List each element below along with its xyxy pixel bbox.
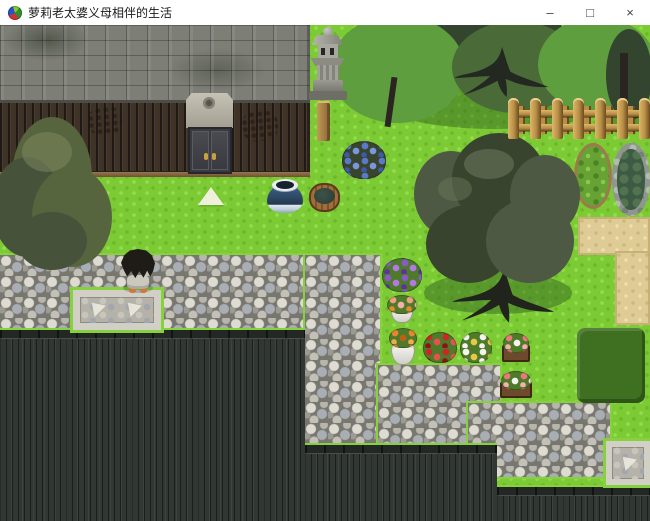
bush-highlight	[22, 132, 72, 172]
log-fence	[508, 98, 650, 139]
lantern-head	[318, 44, 338, 59]
stone-sign	[606, 441, 650, 485]
dirt-path	[578, 217, 650, 255]
tree-trunk	[620, 53, 628, 101]
fence-post	[617, 98, 628, 139]
tree-roots	[448, 47, 556, 97]
tree-highlight	[464, 149, 514, 179]
dark-tile-roof-left	[0, 330, 305, 521]
player-character	[119, 249, 157, 293]
door-emblem-icon	[203, 97, 215, 109]
door-leaf-right	[211, 131, 228, 170]
app-window: 萝莉老太婆义母相伴的生活 – □ ×	[0, 0, 650, 521]
wood-post	[317, 101, 330, 141]
window-controls: – □ ×	[530, 0, 650, 25]
blue-flower-bush	[342, 141, 386, 179]
house-roof	[0, 25, 310, 103]
door-knob	[212, 153, 216, 160]
app-icon	[8, 6, 22, 20]
sign-arrow-icon	[617, 451, 637, 471]
pink-blooms	[503, 333, 529, 353]
bush-clump	[17, 212, 87, 270]
lantern-window	[330, 48, 334, 55]
up-triangle-indicator	[198, 187, 224, 205]
stone-pond	[612, 143, 650, 216]
peach-blooms	[387, 295, 417, 314]
lantern-column	[317, 65, 339, 81]
marker-arrow-icon	[122, 297, 142, 317]
orange-blooms	[389, 328, 417, 348]
orange-flower-pot	[388, 328, 418, 366]
large-tree	[414, 133, 580, 323]
lantern-finial	[323, 27, 333, 36]
fence-post	[595, 98, 606, 139]
white-flower-bush	[460, 332, 492, 363]
fence-post	[530, 98, 541, 139]
large-bush	[0, 117, 118, 277]
close-button[interactable]: ×	[610, 0, 650, 25]
fence-post	[573, 98, 584, 139]
red-flower-bush	[423, 332, 457, 363]
house-door	[188, 127, 232, 174]
pink-flower-planter	[502, 333, 530, 363]
maximize-button[interactable]: □	[570, 0, 610, 25]
marker-inner	[80, 297, 154, 323]
stone-lantern	[305, 27, 350, 101]
roof-ridge	[0, 330, 305, 339]
marker-arrow-icon	[86, 297, 106, 317]
pot-mouth	[276, 181, 294, 189]
lantern-window	[321, 48, 325, 55]
tub-water	[314, 188, 335, 204]
window-title: 萝莉老太婆义母相伴的生活	[28, 4, 172, 21]
pink-flower-planter-2	[500, 371, 532, 399]
fence-post	[552, 98, 563, 139]
cobblestone-path	[305, 255, 380, 445]
door-knob	[204, 153, 208, 160]
lantern-plinth	[309, 91, 347, 100]
fence-post	[508, 98, 519, 139]
hedge	[577, 328, 645, 403]
character-body	[127, 275, 149, 289]
fence-post	[639, 98, 650, 139]
dirt-path	[615, 251, 650, 325]
peach-flower-pot	[387, 295, 417, 324]
tree-canopy	[486, 199, 574, 283]
tree-highlight	[438, 177, 472, 201]
pink-blooms	[501, 371, 531, 390]
roof-ridge	[497, 487, 650, 496]
title-bar: 萝莉老太婆义母相伴的生活 – □ ×	[0, 0, 650, 25]
dark-tile-roof-right	[497, 487, 650, 521]
dark-tile-roof-middle	[305, 445, 497, 521]
roof-ridge	[305, 445, 497, 454]
door-lintel	[186, 93, 233, 128]
stone-path-marker	[73, 290, 161, 330]
minimize-button[interactable]: –	[530, 0, 570, 25]
ceramic-pot	[267, 179, 303, 213]
door-leaf-left	[192, 131, 209, 170]
sign-inner	[612, 447, 644, 479]
game-viewport[interactable]	[0, 25, 650, 521]
pond-water	[617, 149, 645, 210]
wooden-tub	[309, 183, 340, 212]
